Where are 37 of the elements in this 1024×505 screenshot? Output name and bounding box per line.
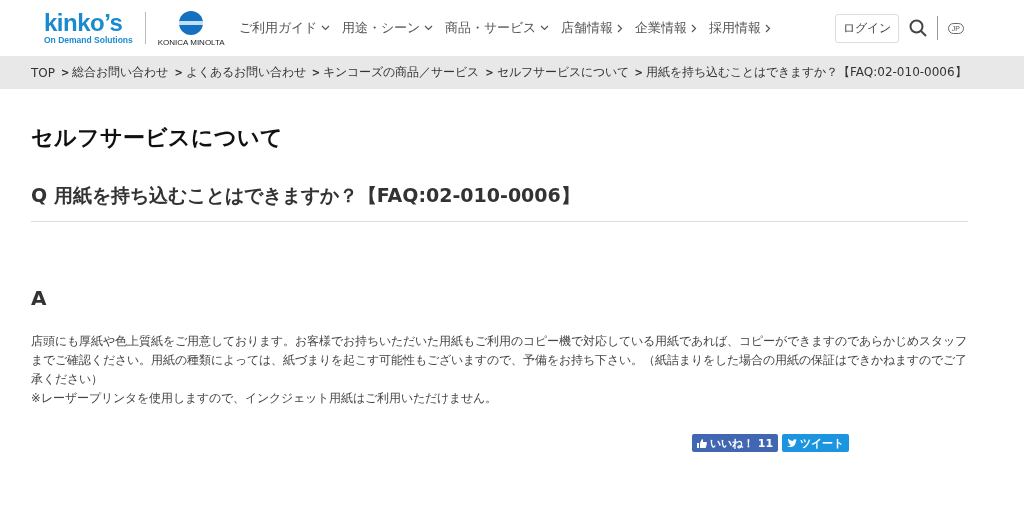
breadcrumb-separator: > bbox=[311, 67, 321, 78]
like-button[interactable]: いいね！ 11 bbox=[692, 434, 779, 452]
partner-logo-text: KONICA MINOLTA bbox=[157, 37, 225, 47]
nav-link[interactable]: 商品・サービス bbox=[444, 19, 549, 37]
answer-paragraph: ※レーザープリンタを使用しますので、インクジェット用紙はご利用いただけません。 bbox=[31, 390, 498, 407]
brand-logo[interactable]: kinko’s bbox=[44, 11, 123, 35]
chevron-down-icon bbox=[539, 25, 549, 31]
globe-logo-icon bbox=[178, 9, 205, 36]
breadcrumb-separator: > bbox=[61, 67, 70, 78]
brand-tagline: On Demand Solutions bbox=[44, 35, 133, 45]
question-heading: Q 用紙を持ち込むことはできますか？【FAQ:02-010-0006】 bbox=[31, 183, 581, 208]
breadcrumb-link[interactable]: 総合お問い合わせ bbox=[72, 64, 169, 81]
breadcrumb-link[interactable]: TOP bbox=[31, 65, 55, 80]
thumbs-up-icon bbox=[697, 438, 707, 448]
chevron-right-icon bbox=[690, 23, 697, 33]
breadcrumb-separator: > bbox=[174, 67, 183, 78]
breadcrumb-link[interactable]: 用紙を持ち込むことはできますか？【FAQ:02-010-0006】 bbox=[645, 64, 967, 81]
nav-link[interactable]: ご利用ガイド bbox=[238, 19, 330, 37]
chevron-right-icon bbox=[764, 23, 771, 33]
chevron-right-icon bbox=[616, 23, 623, 33]
breadcrumb-link[interactable]: よくあるお問い合わせ bbox=[185, 64, 306, 81]
login-button[interactable]: ログイン bbox=[834, 13, 899, 43]
chevron-down-icon bbox=[423, 25, 433, 31]
category-title: セルフサービスについて bbox=[31, 124, 284, 152]
nav-link[interactable]: 用途・シーン bbox=[341, 19, 433, 37]
nav-link[interactable]: 採用情報 bbox=[708, 19, 771, 37]
breadcrumb-separator: > bbox=[634, 67, 643, 78]
breadcrumb-separator: > bbox=[485, 67, 494, 78]
bird-icon bbox=[787, 439, 798, 447]
search-icon[interactable] bbox=[908, 19, 927, 37]
answer-label: A bbox=[31, 286, 48, 310]
answer-paragraph: 店頭にも厚紙や色上質紙をご用意しております。お客様でお持ちいただいた用紙もご利用のコピー機で対応している用紙であれば、コピーができますのであらかじめスタッフまでご確認ください。用紙の種類によっては、紙づまりを起こす可能性もございますので、予備をお持ち下さい。（紙詰まりをした場合の用紙の保証はできかねますのでご了承ください） bbox=[31, 333, 968, 388]
chevron-down-icon bbox=[320, 25, 330, 31]
breadcrumb-link[interactable]: キンコーズの商品／サービス bbox=[323, 64, 480, 81]
nav-link[interactable]: 企業情報 bbox=[634, 19, 697, 37]
breadcrumb-link[interactable]: セルフサービスについて bbox=[496, 64, 629, 81]
nav-link[interactable]: 店舗情報 bbox=[560, 19, 623, 37]
